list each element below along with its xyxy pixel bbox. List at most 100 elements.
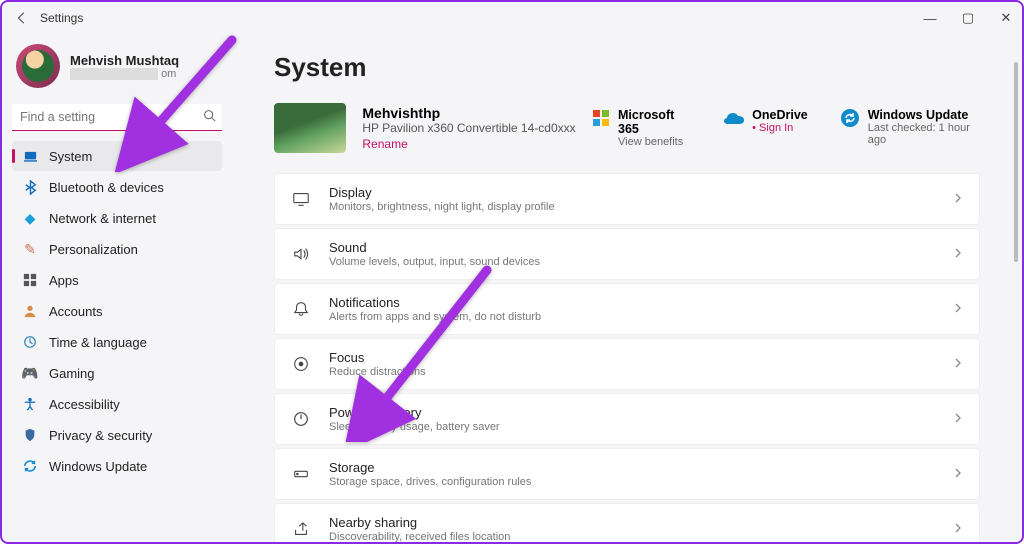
search-input[interactable] <box>12 104 222 131</box>
sidebar-item-label: Accounts <box>49 304 102 319</box>
bluetooth-icon <box>22 179 38 195</box>
onedrive-icon <box>724 108 744 128</box>
promo-title: Windows Update <box>868 108 980 122</box>
chevron-right-icon <box>953 355 963 373</box>
sidebar-item-label: System <box>49 149 92 164</box>
row-sub: Sleep, battery usage, battery saver <box>329 421 935 433</box>
row-title: Display <box>329 185 935 200</box>
profile-block[interactable]: Mehvish Mushtaq xxxxxxxxxxxxxxxx om <box>12 38 222 98</box>
power-icon <box>291 409 311 429</box>
sidebar-item-privacy-security[interactable]: Privacy & security <box>12 420 222 450</box>
row-sub: Alerts from apps and system, do not dist… <box>329 311 935 323</box>
chevron-right-icon <box>953 300 963 318</box>
profile-name: Mehvish Mushtaq <box>70 53 179 68</box>
sidebar-item-label: Network & internet <box>49 211 156 226</box>
back-button[interactable] <box>10 6 34 30</box>
sidebar-item-label: Windows Update <box>49 459 147 474</box>
row-sound[interactable]: SoundVolume levels, output, input, sound… <box>274 228 980 280</box>
promo-title: Microsoft 365 <box>618 108 692 136</box>
sidebar-item-time-language[interactable]: Time & language <box>12 327 222 357</box>
accessibility-icon <box>22 396 38 412</box>
row-sub: Monitors, brightness, night light, displ… <box>329 201 935 213</box>
sidebar-item-accessibility[interactable]: Accessibility <box>12 389 222 419</box>
shield-icon <box>22 427 38 443</box>
sidebar-item-label: Accessibility <box>49 397 120 412</box>
settings-list: DisplayMonitors, brightness, night light… <box>274 173 980 542</box>
chevron-right-icon <box>953 520 963 538</box>
clock-icon <box>22 334 38 350</box>
sidebar-item-network-internet[interactable]: ◆ Network & internet <box>12 203 222 233</box>
row-title: Focus <box>329 350 935 365</box>
sidebar-item-label: Apps <box>49 273 79 288</box>
row-title: Storage <box>329 460 935 475</box>
sidebar-item-bluetooth-devices[interactable]: Bluetooth & devices <box>12 172 222 202</box>
focus-icon <box>291 354 311 374</box>
wifi-icon: ◆ <box>22 210 38 226</box>
sidebar-item-label: Bluetooth & devices <box>49 180 164 195</box>
sidebar-nav: System Bluetooth & devices ◆ Network & inte… <box>12 141 222 481</box>
row-display[interactable]: DisplayMonitors, brightness, night light… <box>274 173 980 225</box>
sidebar-item-personalization[interactable]: ✎ Personalization <box>12 234 222 264</box>
update-icon <box>22 458 38 474</box>
promo-sub: Last checked: 1 hour ago <box>868 122 980 146</box>
sidebar-item-label: Gaming <box>49 366 95 381</box>
app-title: Settings <box>40 11 83 25</box>
storage-icon <box>291 464 311 484</box>
row-sub: Storage space, drives, configuration rul… <box>329 476 935 488</box>
row-sub: Reduce distractions <box>329 366 935 378</box>
row-notifications[interactable]: NotificationsAlerts from apps and system… <box>274 283 980 335</box>
close-button[interactable]: ✕ <box>996 8 1016 28</box>
row-title: Power & battery <box>329 405 935 420</box>
row-power-battery[interactable]: Power & batterySleep, battery usage, bat… <box>274 393 980 445</box>
minimize-button[interactable]: — <box>920 8 940 28</box>
sidebar-item-accounts[interactable]: Accounts <box>12 296 222 326</box>
sound-icon <box>291 244 311 264</box>
row-storage[interactable]: StorageStorage space, drives, configurat… <box>274 448 980 500</box>
sidebar-item-gaming[interactable]: 🎮Gaming <box>12 358 222 388</box>
share-icon <box>291 519 311 539</box>
titlebar: Settings — ▢ ✕ <box>2 2 1022 34</box>
ms365-icon <box>592 108 610 128</box>
display-icon <box>291 189 311 209</box>
sidebar-item-label: Privacy & security <box>49 428 152 443</box>
device-model: HP Pavilion x360 Convertible 14-cd0xxx <box>362 121 575 135</box>
chevron-right-icon <box>953 410 963 428</box>
rename-link[interactable]: Rename <box>362 137 575 151</box>
device-row: Mehvishthp HP Pavilion x360 Convertible … <box>274 103 980 153</box>
promo-sub[interactable]: • Sign In <box>752 122 808 134</box>
update-badge-icon <box>840 108 860 128</box>
chevron-right-icon <box>953 245 963 263</box>
device-thumbnail <box>274 103 346 153</box>
bell-icon <box>291 299 311 319</box>
promo-onedrive[interactable]: OneDrive• Sign In <box>724 108 808 148</box>
search-box[interactable] <box>12 104 222 131</box>
chevron-right-icon <box>953 190 963 208</box>
page-title: System <box>274 52 980 83</box>
maximize-button[interactable]: ▢ <box>958 8 978 28</box>
sidebar-item-label: Personalization <box>49 242 138 257</box>
row-focus[interactable]: FocusReduce distractions <box>274 338 980 390</box>
apps-icon <box>22 272 38 288</box>
laptop-icon <box>22 148 38 164</box>
promo-sub: View benefits <box>618 136 692 148</box>
avatar <box>16 44 60 88</box>
sidebar-item-system[interactable]: System <box>12 141 222 171</box>
scrollbar[interactable] <box>1014 62 1018 262</box>
promo-microsoft-[interactable]: Microsoft 365View benefits <box>592 108 693 148</box>
profile-email: xxxxxxxxxxxxxxxx om <box>70 68 179 80</box>
device-name: Mehvishthp <box>362 105 575 121</box>
chevron-right-icon <box>953 465 963 483</box>
brush-icon: ✎ <box>22 241 38 257</box>
person-icon <box>22 303 38 319</box>
sidebar-item-apps[interactable]: Apps <box>12 265 222 295</box>
promo-windows-update[interactable]: Windows UpdateLast checked: 1 hour ago <box>840 108 980 148</box>
main-content: System Mehvishthp HP Pavilion x360 Conve… <box>232 34 1022 542</box>
search-icon <box>203 109 216 127</box>
row-title: Notifications <box>329 295 935 310</box>
row-sub: Volume levels, output, input, sound devi… <box>329 256 935 268</box>
arrow-left-icon <box>15 11 29 25</box>
row-title: Nearby sharing <box>329 515 935 530</box>
sidebar-item-windows-update[interactable]: Windows Update <box>12 451 222 481</box>
settings-window: Settings — ▢ ✕ Mehvish Mushtaq xxxxxxxxx… <box>0 0 1024 544</box>
row-nearby-sharing[interactable]: Nearby sharingDiscoverability, received … <box>274 503 980 542</box>
